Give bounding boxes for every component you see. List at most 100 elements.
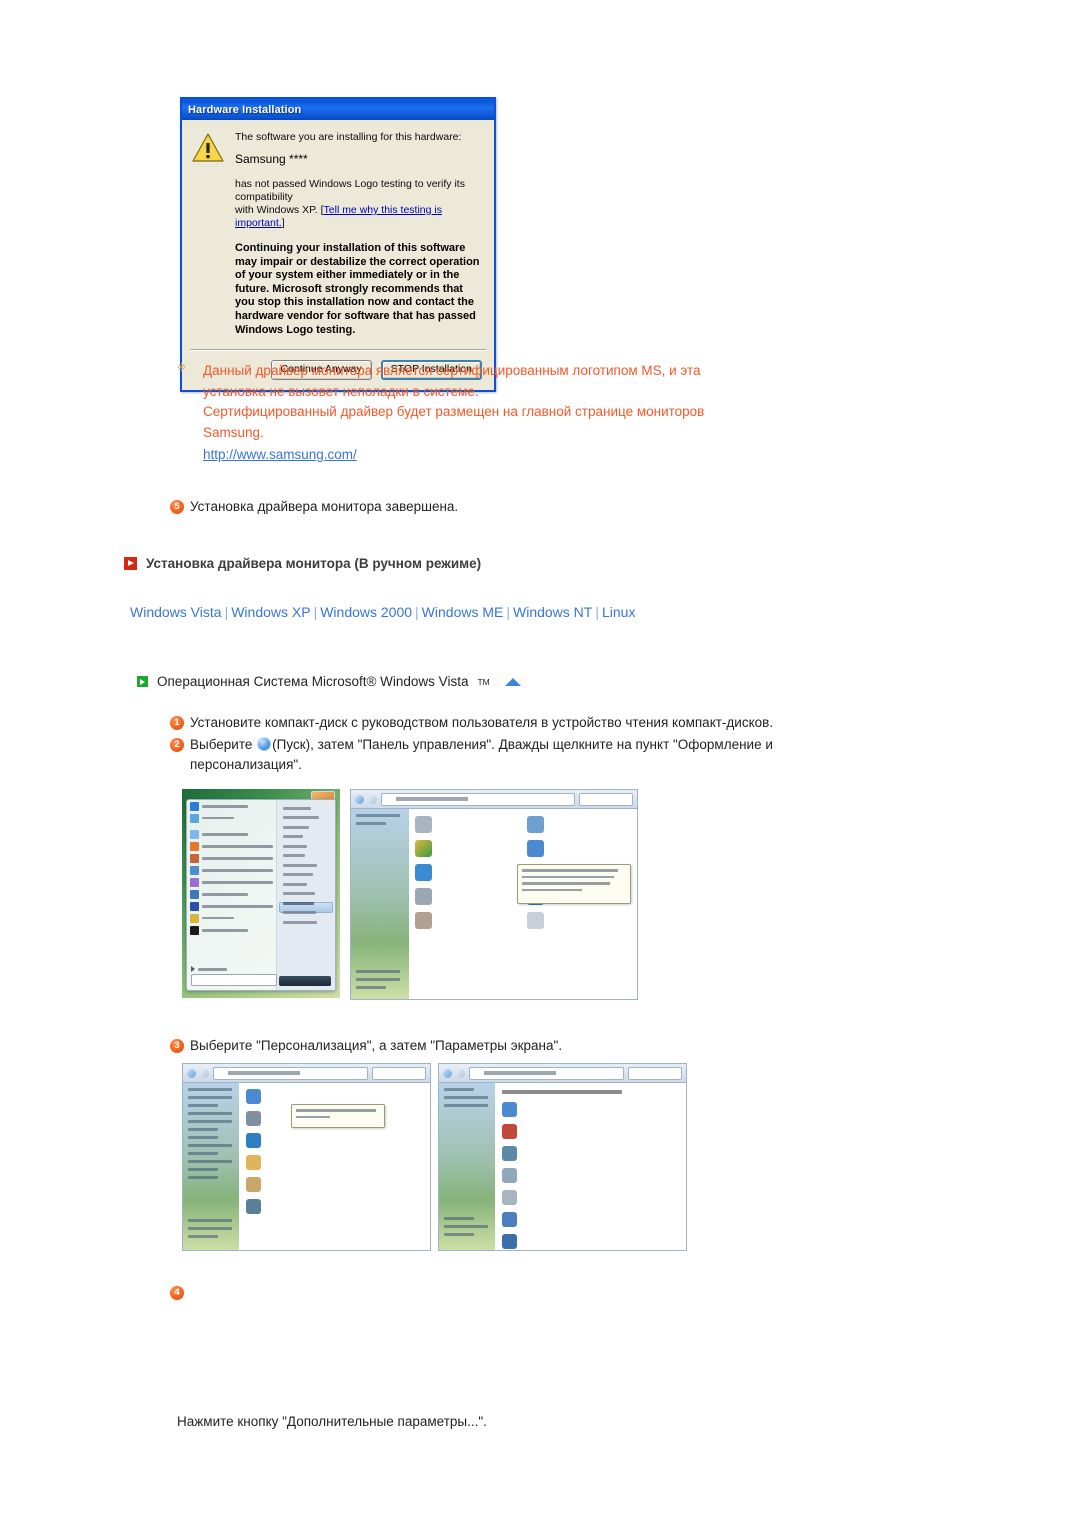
category-security[interactable] [415, 840, 519, 857]
step-2: 2 Выберите (Пуск), затем "Панель управле… [170, 735, 860, 775]
start-menu-item[interactable] [187, 812, 276, 824]
start-menu-item[interactable] [187, 912, 276, 924]
start-menu-place[interactable] [283, 920, 318, 924]
sidebar-heading [444, 1088, 474, 1091]
list-item-fonts[interactable] [246, 1177, 423, 1192]
sidebar-link[interactable] [188, 1128, 218, 1131]
address-bar[interactable] [213, 1066, 368, 1080]
sidebar-recent-task[interactable] [188, 1227, 232, 1230]
sidebar-link[interactable] [188, 1120, 232, 1123]
start-menu-item-label [202, 928, 248, 932]
address-bar[interactable] [381, 792, 575, 806]
start-menu-place[interactable] [283, 863, 318, 867]
category-user-accounts[interactable] [527, 816, 631, 833]
sidebar-link-selected[interactable] [188, 1144, 232, 1147]
sidebar-link[interactable] [188, 1160, 232, 1163]
os-link-linux[interactable]: Linux [602, 604, 635, 620]
forward-button-icon[interactable] [368, 794, 377, 804]
category-programs[interactable] [415, 912, 519, 929]
sidebar-recent-task[interactable] [188, 1219, 232, 1222]
sidebar-link[interactable] [356, 822, 386, 825]
start-menu-item[interactable] [187, 852, 276, 864]
sidebar-link[interactable] [188, 1136, 218, 1139]
os-link-windows-xp[interactable]: Windows XP [231, 604, 310, 620]
up-triangle-icon[interactable] [504, 677, 521, 686]
category-appearance-and-personalization[interactable] [527, 840, 631, 857]
start-menu-place[interactable] [283, 911, 317, 914]
list-item-screen-saver[interactable] [502, 1146, 679, 1161]
start-menu-item[interactable] [187, 900, 276, 912]
start-menu-place[interactable] [283, 892, 316, 895]
all-programs-label [198, 967, 228, 971]
start-menu-item[interactable] [187, 840, 276, 852]
os-link-windows-nt[interactable]: Windows NT [513, 604, 592, 620]
photo-gallery-icon [190, 853, 199, 863]
back-button-icon[interactable] [443, 1068, 452, 1078]
sidebar-link[interactable] [356, 814, 400, 817]
sidebar-link[interactable] [188, 1168, 218, 1171]
start-menu-item[interactable] [187, 924, 276, 936]
list-item-mouse-pointers[interactable] [502, 1190, 679, 1205]
sidebar-link[interactable] [188, 1176, 218, 1179]
sidebar-link[interactable] [444, 1096, 488, 1099]
list-item-ease-of-access-center[interactable] [246, 1133, 423, 1148]
start-menu-place[interactable] [283, 816, 320, 819]
sidebar-recent-task[interactable] [356, 986, 386, 989]
sidebar-link[interactable] [188, 1096, 232, 1099]
samsung-url-link[interactable]: http://www.samsung.com/ [203, 445, 357, 465]
search-input[interactable] [628, 1066, 682, 1080]
forward-button-icon[interactable] [456, 1068, 465, 1078]
forward-button-icon[interactable] [200, 1068, 209, 1078]
category-network-and-internet[interactable] [415, 864, 519, 881]
folder-icon [246, 1155, 261, 1170]
start-menu-place[interactable] [283, 854, 306, 857]
personalization-icon [246, 1089, 261, 1104]
start-menu-place[interactable] [283, 882, 308, 886]
list-item-folder-options[interactable] [246, 1155, 423, 1170]
welcome-center-icon [190, 829, 199, 839]
sidebar-link[interactable] [188, 1104, 218, 1107]
category-hardware-and-sound[interactable] [415, 888, 519, 905]
os-link-windows-me[interactable]: Windows ME [422, 604, 504, 620]
start-menu-item[interactable] [187, 864, 276, 876]
list-item-sounds[interactable] [502, 1168, 679, 1183]
sidebar-link[interactable] [188, 1088, 232, 1091]
sidebar-recent-task[interactable] [356, 970, 400, 973]
back-button-icon[interactable] [355, 794, 364, 804]
start-menu-item[interactable] [187, 876, 276, 888]
search-input[interactable] [579, 792, 633, 806]
sidebar-link[interactable] [444, 1225, 488, 1228]
list-item-window-color-and-appearance[interactable] [502, 1102, 679, 1117]
start-menu-place[interactable] [283, 835, 304, 838]
list-item-personalization[interactable] [246, 1089, 423, 1104]
list-item-theme[interactable] [502, 1212, 679, 1227]
start-menu-item[interactable] [187, 800, 276, 812]
sidebar-link[interactable] [188, 1112, 232, 1115]
sidebar-recent-task[interactable] [356, 978, 400, 981]
all-programs-button[interactable] [191, 966, 244, 972]
sidebar-recent-task[interactable] [188, 1235, 218, 1238]
sidebar-link[interactable] [188, 1152, 218, 1155]
os-link-windows-2000[interactable]: Windows 2000 [320, 604, 412, 620]
start-menu-item[interactable] [187, 828, 276, 840]
sidebar-link[interactable] [444, 1104, 488, 1107]
category-system-and-maintenance[interactable] [415, 816, 519, 833]
list-item-windows-sidebar-properties[interactable] [246, 1199, 423, 1214]
list-item-desktop-background[interactable] [502, 1124, 679, 1139]
start-menu-place[interactable] [283, 844, 308, 848]
category-additional-options[interactable] [527, 912, 631, 929]
back-button-icon[interactable] [187, 1068, 196, 1078]
start-menu-search-input[interactable] [191, 974, 277, 986]
start-menu-item[interactable] [187, 888, 276, 900]
os-link-windows-vista[interactable]: Windows Vista [130, 604, 222, 620]
start-menu-power-buttons[interactable] [279, 976, 331, 986]
list-item-display-settings[interactable] [502, 1234, 679, 1249]
meeting-space-icon [190, 877, 199, 887]
start-menu-place[interactable] [283, 873, 314, 876]
start-menu-place-control-panel[interactable] [283, 901, 315, 905]
address-bar[interactable] [469, 1066, 624, 1080]
start-menu-place[interactable] [283, 825, 310, 829]
sidebar-link[interactable] [444, 1233, 474, 1236]
search-input[interactable] [372, 1066, 426, 1080]
start-menu-place[interactable] [283, 806, 312, 810]
